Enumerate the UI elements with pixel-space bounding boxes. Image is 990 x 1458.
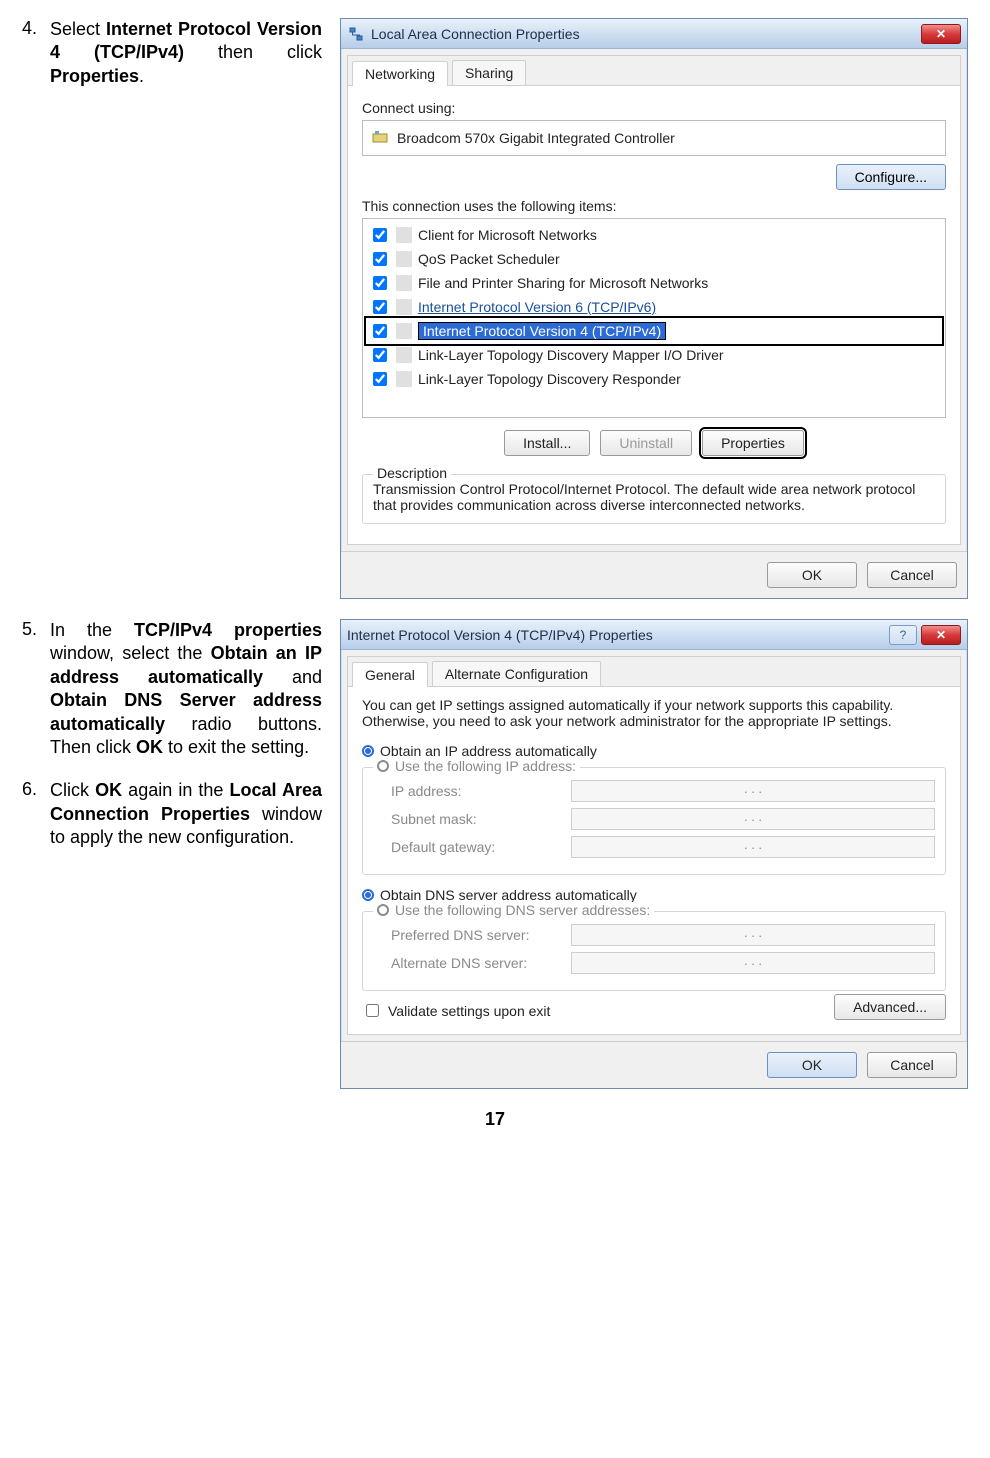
ipv4-tabs: General Alternate Configuration xyxy=(348,657,960,687)
list-item[interactable]: Client for Microsoft Networks xyxy=(367,223,941,247)
adapter-icon xyxy=(371,128,389,149)
list-item[interactable]: QoS Packet Scheduler xyxy=(367,247,941,271)
protocol-icon xyxy=(396,371,412,387)
close-icon[interactable]: ✕ xyxy=(921,24,961,44)
cancel-button[interactable]: Cancel xyxy=(867,562,957,588)
alt-dns-input: . . . xyxy=(571,952,935,974)
step-6-num: 6. xyxy=(22,779,50,849)
properties-button[interactable]: Properties xyxy=(702,430,804,456)
pref-dns-input: . . . xyxy=(571,924,935,946)
connection-items[interactable]: Client for Microsoft Networks QoS Packet… xyxy=(362,218,946,418)
fileshare-icon xyxy=(396,275,412,291)
list-item[interactable]: Internet Protocol Version 6 (TCP/IPv6) xyxy=(367,295,941,319)
radio-manual-dns[interactable]: Use the following DNS server addresses: xyxy=(373,902,654,918)
step-5-text: In the TCP/IPv4 properties window, selec… xyxy=(50,619,322,759)
lan-properties-window: Local Area Connection Properties ✕ Netwo… xyxy=(340,18,968,599)
page-number: 17 xyxy=(22,1109,968,1130)
adapter-name: Broadcom 570x Gigabit Integrated Control… xyxy=(397,130,675,146)
subnet-input: . . . xyxy=(571,808,935,830)
ok-button[interactable]: OK xyxy=(767,562,857,588)
ipv4-titlebar: Internet Protocol Version 4 (TCP/IPv4) P… xyxy=(341,620,967,650)
step-5-num: 5. xyxy=(22,619,50,759)
lan-titlebar: Local Area Connection Properties ✕ xyxy=(341,19,967,49)
close-icon[interactable]: ✕ xyxy=(921,625,961,645)
item-checkbox[interactable] xyxy=(373,228,387,242)
tab-networking[interactable]: Networking xyxy=(352,61,448,86)
client-icon xyxy=(396,227,412,243)
item-checkbox[interactable] xyxy=(373,372,387,386)
tab-general[interactable]: General xyxy=(352,662,428,687)
radio-checked-icon xyxy=(362,889,374,901)
item-checkbox[interactable] xyxy=(373,348,387,362)
item-checkbox[interactable] xyxy=(373,324,387,338)
help-icon[interactable]: ? xyxy=(889,625,917,645)
radio-unchecked-icon xyxy=(377,904,389,916)
validate-checkbox[interactable] xyxy=(366,1004,379,1017)
step-5: 5. In the TCP/IPv4 properties window, se… xyxy=(22,619,322,759)
list-item[interactable]: Link-Layer Topology Discovery Responder xyxy=(367,367,941,391)
ipv4-intro: You can get IP settings assigned automat… xyxy=(362,697,946,729)
protocol-icon xyxy=(396,299,412,315)
radio-unchecked-icon xyxy=(377,760,389,772)
network-icon xyxy=(347,25,365,43)
item-checkbox[interactable] xyxy=(373,300,387,314)
connect-using-label: Connect using: xyxy=(362,100,946,116)
ipv4-title: Internet Protocol Version 4 (TCP/IPv4) P… xyxy=(347,627,885,643)
ipv4-properties-window: Internet Protocol Version 4 (TCP/IPv4) P… xyxy=(340,619,968,1089)
lan-title: Local Area Connection Properties xyxy=(371,26,917,42)
radio-auto-dns[interactable]: Obtain DNS server address automatically xyxy=(362,887,946,903)
ip-address-row: IP address: . . . xyxy=(373,780,935,802)
protocol-icon xyxy=(396,347,412,363)
pref-dns-row: Preferred DNS server: . . . xyxy=(373,924,935,946)
item-checkbox[interactable] xyxy=(373,276,387,290)
list-item[interactable]: Link-Layer Topology Discovery Mapper I/O… xyxy=(367,343,941,367)
advanced-button[interactable]: Advanced... xyxy=(834,994,946,1020)
lan-tabs: Networking Sharing xyxy=(348,56,960,86)
description-text: Transmission Control Protocol/Internet P… xyxy=(373,481,935,513)
step-4: 4. Select Internet Protocol Version 4 (T… xyxy=(22,18,322,88)
gateway-input: . . . xyxy=(571,836,935,858)
items-label: This connection uses the following items… xyxy=(362,198,946,214)
cancel-button[interactable]: Cancel xyxy=(867,1052,957,1078)
list-item[interactable]: File and Printer Sharing for Microsoft N… xyxy=(367,271,941,295)
tab-alternate[interactable]: Alternate Configuration xyxy=(432,661,601,686)
gateway-row: Default gateway: . . . xyxy=(373,836,935,858)
description-title: Description xyxy=(373,465,451,481)
step-4-text: Select Internet Protocol Version 4 (TCP/… xyxy=(50,18,322,88)
subnet-row: Subnet mask: . . . xyxy=(373,808,935,830)
step-6: 6. Click OK again in the Local Area Conn… xyxy=(22,779,322,849)
protocol-icon xyxy=(396,323,412,339)
step-4-num: 4. xyxy=(22,18,50,88)
list-item-ipv4[interactable]: Internet Protocol Version 4 (TCP/IPv4) xyxy=(367,319,941,343)
step-6-text: Click OK again in the Local Area Connect… xyxy=(50,779,322,849)
radio-manual-ip[interactable]: Use the following IP address: xyxy=(373,758,580,774)
radio-auto-ip[interactable]: Obtain an IP address automatically xyxy=(362,743,946,759)
ip-input: . . . xyxy=(571,780,935,802)
configure-button[interactable]: Configure... xyxy=(836,164,946,190)
alt-dns-row: Alternate DNS server: . . . xyxy=(373,952,935,974)
uninstall-button: Uninstall xyxy=(600,430,692,456)
adapter-box: Broadcom 570x Gigabit Integrated Control… xyxy=(362,120,946,156)
tab-sharing[interactable]: Sharing xyxy=(452,60,526,85)
qos-icon xyxy=(396,251,412,267)
radio-checked-icon xyxy=(362,745,374,757)
ok-button[interactable]: OK xyxy=(767,1052,857,1078)
item-checkbox[interactable] xyxy=(373,252,387,266)
install-button[interactable]: Install... xyxy=(504,430,590,456)
